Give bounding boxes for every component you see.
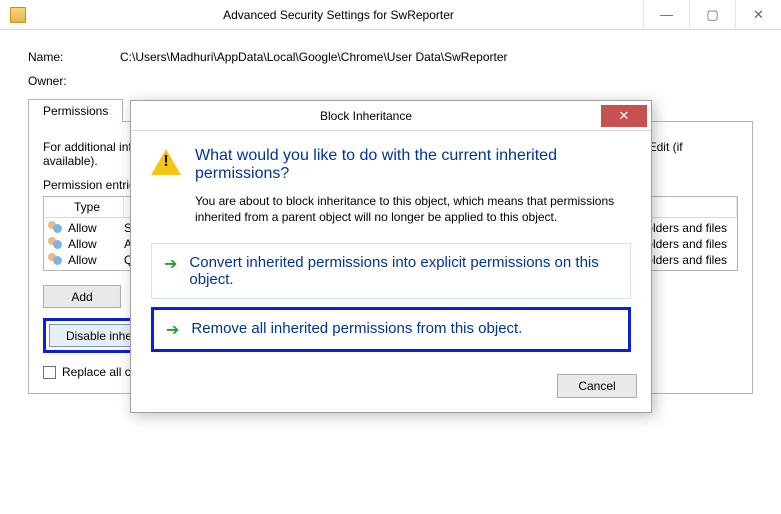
header-type[interactable]: Type [68,197,124,217]
header-icon-col [44,197,68,217]
dialog-close-button[interactable]: ✕ [601,105,647,127]
user-icon [48,237,64,251]
tab-permissions[interactable]: Permissions [28,99,123,122]
cell-type: Allow [68,221,124,235]
name-value: C:\Users\Madhuri\AppData\Local\Google\Ch… [120,50,753,64]
owner-row: Owner: [28,74,753,88]
add-button[interactable]: Add [43,285,121,308]
option-remove-highlight: ➔ Remove all inherited permissions from … [151,307,631,352]
folder-icon [10,7,26,23]
option-remove[interactable]: ➔ Remove all inherited permissions from … [154,310,628,349]
window-buttons: — ▢ ✕ [643,0,781,29]
cell-type: Allow [68,253,124,267]
dialog-top: What would you like to do with the curre… [151,147,631,225]
cell-type: Allow [68,237,124,251]
replace-children-checkbox[interactable] [43,366,56,379]
dialog-body: What would you like to do with the curre… [131,131,651,368]
dialog-titlebar: Block Inheritance ✕ [131,101,651,131]
user-icon [48,253,64,267]
dialog-description: You are about to block inheritance to th… [195,193,631,225]
minimize-button[interactable]: — [643,0,689,29]
dialog-options: ➔ Convert inherited permissions into exp… [151,243,631,352]
dialog-footer: Cancel [131,368,651,412]
option-convert-label: Convert inherited permissions into expli… [189,254,618,288]
name-row: Name: C:\Users\Madhuri\AppData\Local\Goo… [28,50,753,64]
option-convert[interactable]: ➔ Convert inherited permissions into exp… [151,243,631,299]
owner-label: Owner: [28,74,120,88]
dialog-text-block: What would you like to do with the curre… [195,147,631,225]
cancel-button[interactable]: Cancel [557,374,637,398]
option-remove-label: Remove all inherited permissions from th… [191,320,522,337]
name-label: Name: [28,50,120,64]
window-title: Advanced Security Settings for SwReporte… [34,8,643,22]
dialog-title: Block Inheritance [131,109,601,123]
close-button[interactable]: ✕ [735,0,781,29]
arrow-right-icon: ➔ [164,257,177,273]
warning-icon [151,147,181,175]
titlebar: Advanced Security Settings for SwReporte… [0,0,781,30]
maximize-button[interactable]: ▢ [689,0,735,29]
block-inheritance-dialog: Block Inheritance ✕ What would you like … [130,100,652,413]
user-icon [48,221,64,235]
dialog-heading: What would you like to do with the curre… [195,147,631,183]
owner-value [120,74,753,88]
arrow-right-icon: ➔ [166,323,179,339]
